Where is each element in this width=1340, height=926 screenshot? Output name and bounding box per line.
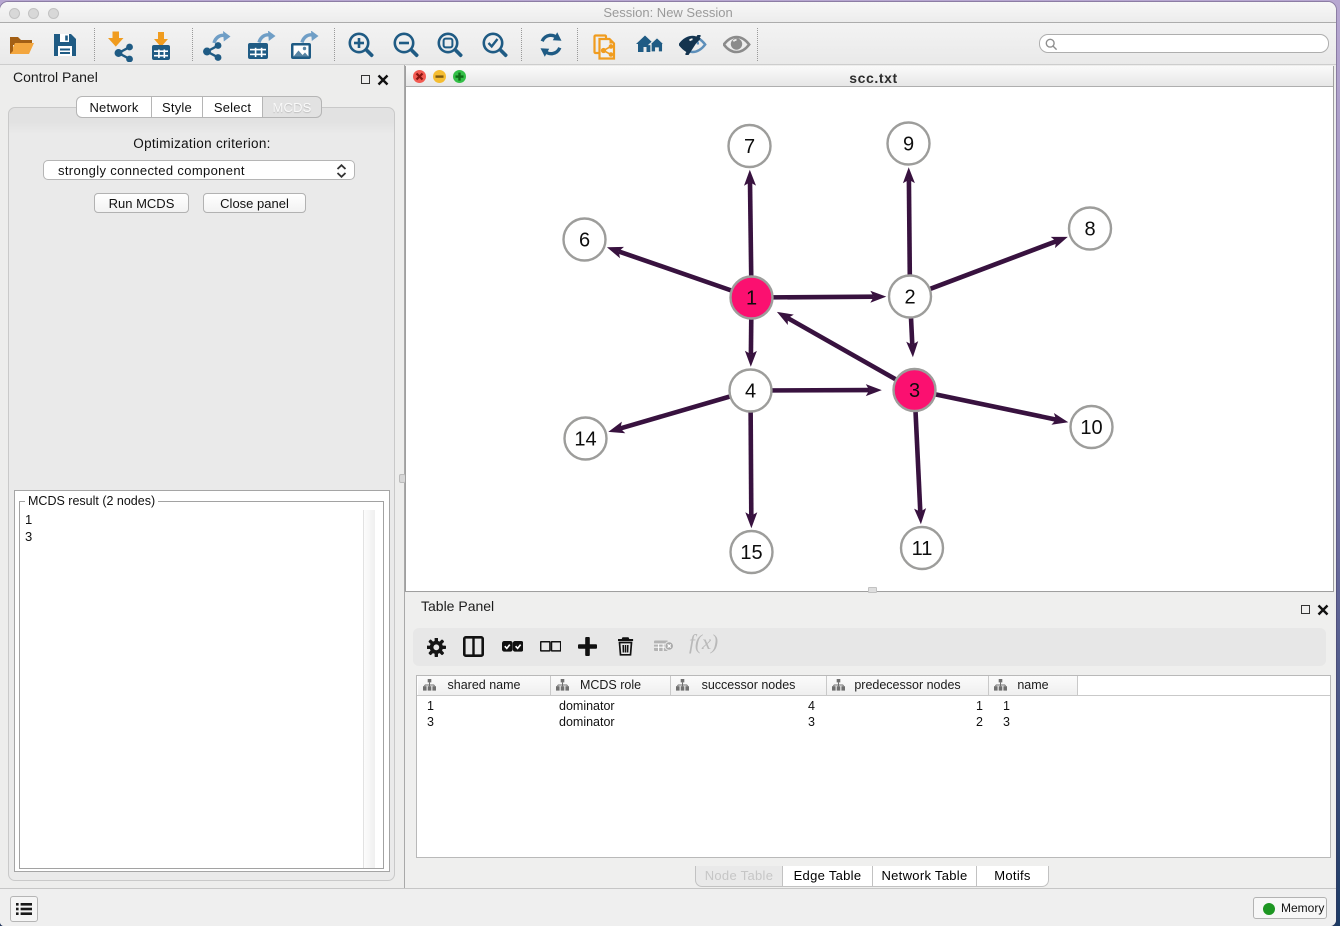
- svg-text:1: 1: [746, 288, 757, 310]
- svg-text:f(x): f(x): [689, 630, 718, 654]
- svg-text:3: 3: [909, 380, 920, 402]
- svg-text:10: 10: [1080, 417, 1102, 439]
- svg-text:9: 9: [903, 134, 914, 156]
- svg-text:8: 8: [1084, 219, 1095, 241]
- svg-text:7: 7: [744, 136, 755, 158]
- svg-text:6: 6: [579, 230, 590, 252]
- svg-text:4: 4: [745, 381, 756, 403]
- svg-text:14: 14: [574, 429, 596, 451]
- svg-text:11: 11: [912, 538, 933, 560]
- svg-text:15: 15: [740, 542, 762, 564]
- svg-text:2: 2: [904, 287, 915, 309]
